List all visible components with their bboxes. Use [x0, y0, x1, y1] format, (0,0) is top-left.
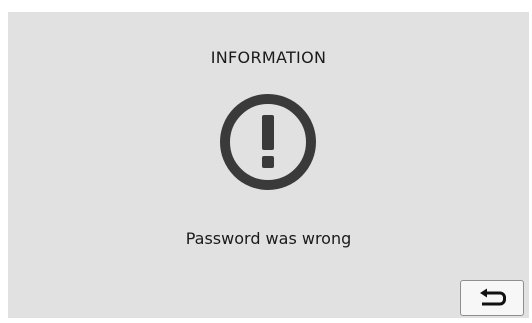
exclamation-circle-icon: [220, 94, 316, 190]
info-dialog: INFORMATION Password was wrong: [8, 12, 529, 318]
dialog-message: Password was wrong: [185, 229, 352, 248]
dialog-title: INFORMATION: [210, 48, 327, 67]
return-arrow-icon: [480, 288, 506, 306]
back-button[interactable]: [460, 280, 524, 316]
